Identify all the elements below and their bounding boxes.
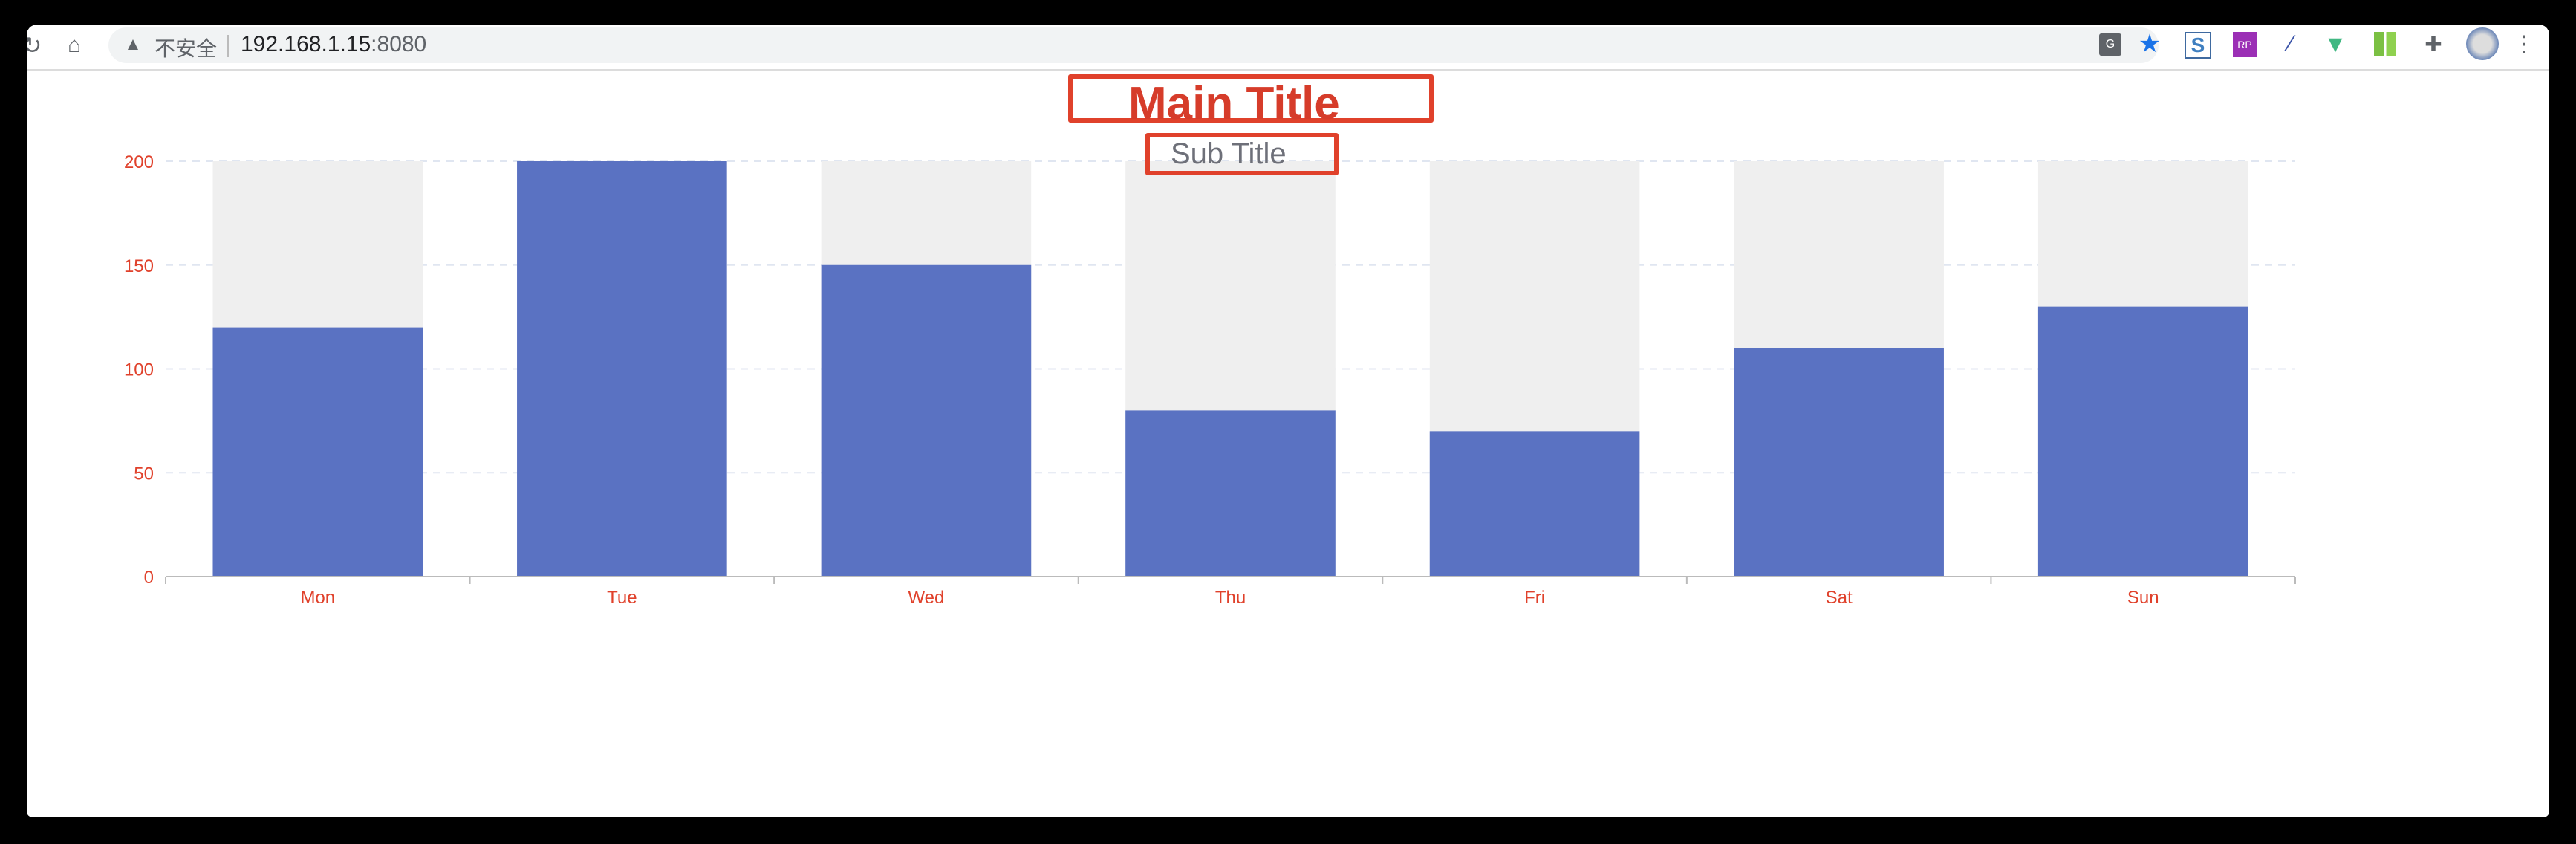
x-tick-label: Thu bbox=[1215, 588, 1246, 608]
bar-mon bbox=[212, 327, 423, 577]
x-tick-label: Sat bbox=[1826, 588, 1853, 608]
bar-sat bbox=[1734, 348, 1944, 577]
y-tick-label: 150 bbox=[124, 256, 154, 276]
chart-subtitle: Sub Title bbox=[1171, 137, 1287, 170]
main-title-box: Main Title bbox=[1068, 74, 1434, 129]
bar-wed bbox=[821, 264, 1032, 577]
bar-tue bbox=[517, 161, 727, 577]
y-tick-label: 0 bbox=[144, 568, 154, 588]
x-tick-label: Mon bbox=[300, 588, 335, 608]
chart-title: Main Title bbox=[1128, 78, 1340, 129]
x-tick-label: Fri bbox=[1524, 588, 1545, 608]
x-tick-label: Wed bbox=[908, 588, 944, 608]
y-tick-label: 100 bbox=[124, 360, 154, 380]
y-tick-label: 200 bbox=[124, 152, 154, 172]
bar-thu bbox=[1125, 410, 1336, 577]
x-tick-label: Sun bbox=[2127, 588, 2159, 608]
sub-title-box: Sub Title bbox=[1145, 133, 1339, 175]
y-tick-label: 50 bbox=[134, 464, 154, 484]
bar-fri bbox=[1429, 431, 1640, 577]
x-tick-label: Tue bbox=[607, 588, 637, 608]
bar-sun bbox=[2037, 306, 2248, 577]
